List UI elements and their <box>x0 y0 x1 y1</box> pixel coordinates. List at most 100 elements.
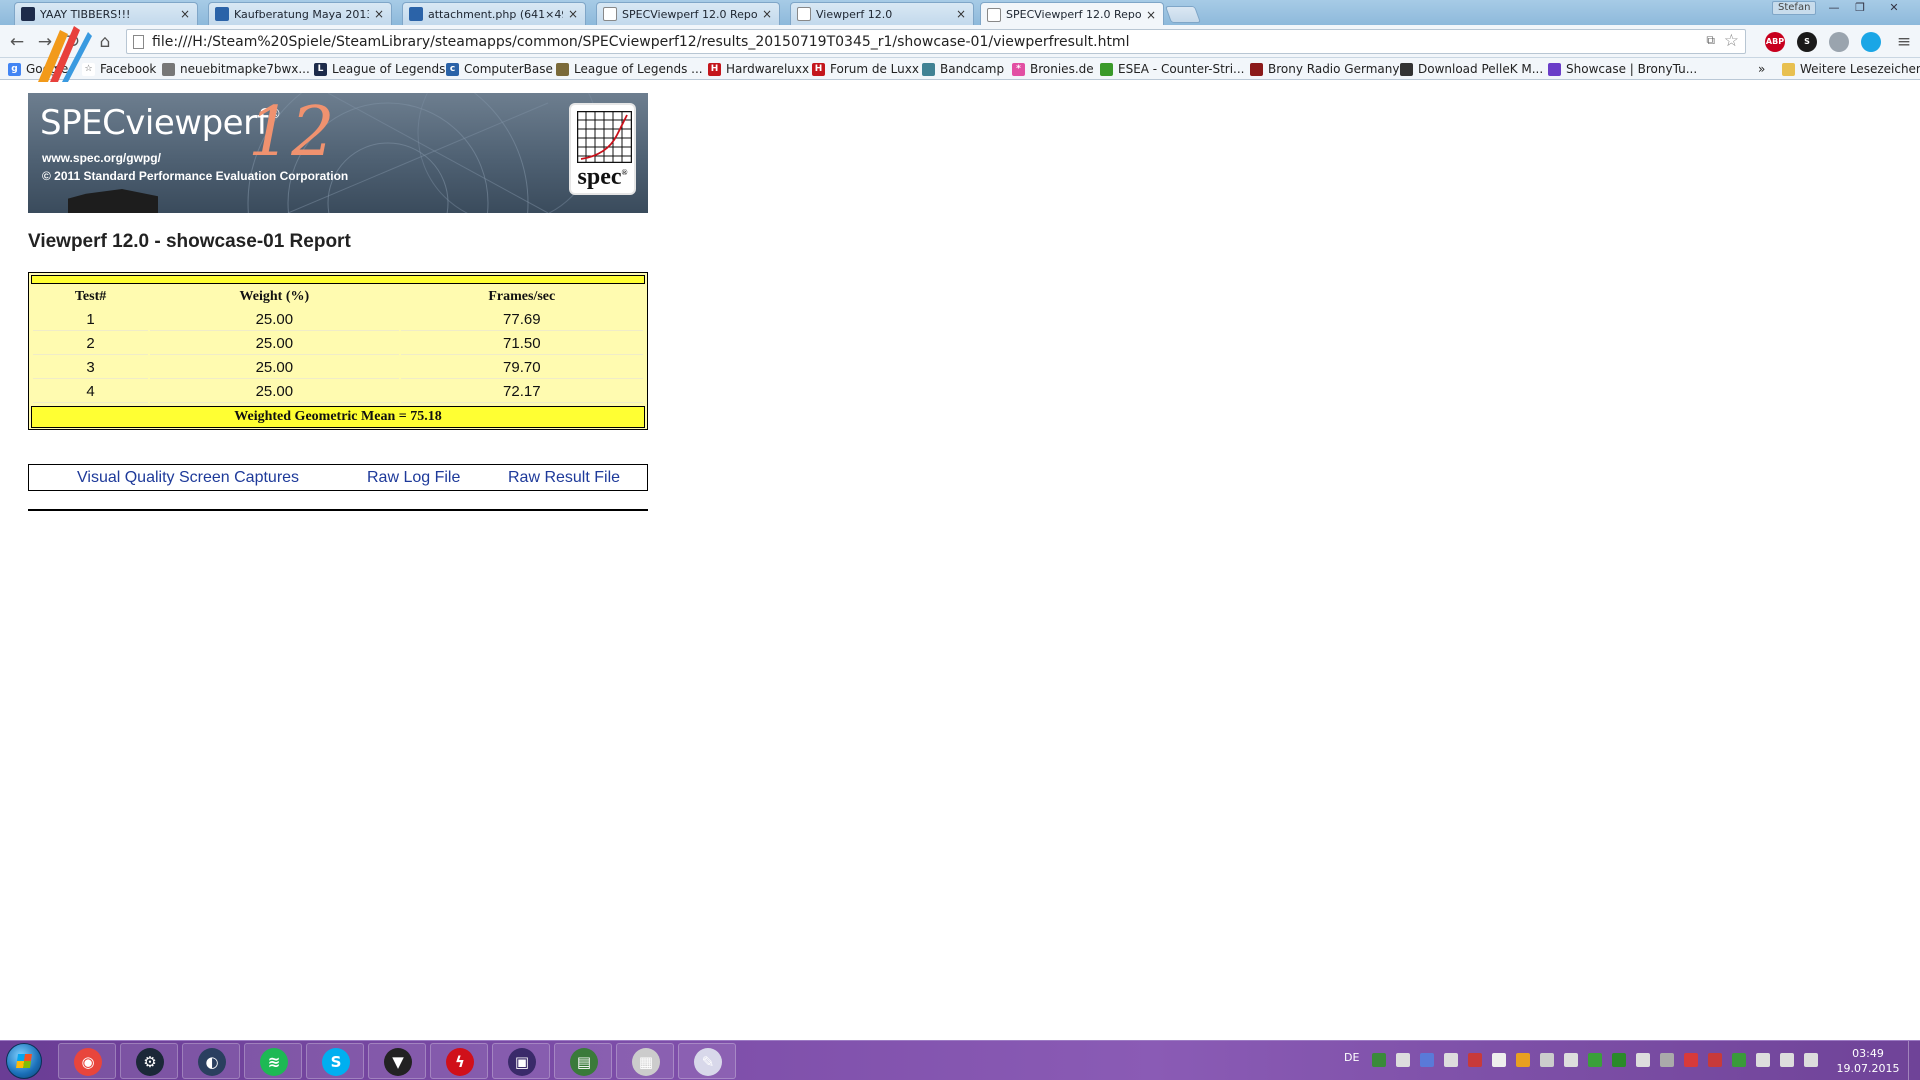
tray-icon[interactable] <box>1420 1053 1434 1067</box>
back-button[interactable]: ← <box>6 31 28 53</box>
tray-icon[interactable] <box>1492 1053 1506 1067</box>
reload-button[interactable]: ↻ <box>62 31 84 53</box>
bookmark-favicon-icon: c <box>446 62 459 76</box>
taskbar-app-paint[interactable]: ✎ <box>678 1043 736 1079</box>
restore-button[interactable]: ❐ <box>1848 1 1872 16</box>
bookmark-item[interactable]: H Hardwareluxx <box>708 61 809 77</box>
bookmark-item[interactable]: Download PelleK M... <box>1400 61 1543 77</box>
tab-close-icon[interactable]: × <box>179 7 191 21</box>
taskbar-app-skype[interactable]: S <box>306 1043 364 1079</box>
taskbar-app-mod-tool[interactable]: ▼ <box>368 1043 426 1079</box>
close-window-button[interactable]: ✕ <box>1882 1 1906 16</box>
taskbar-app-flash-app[interactable]: ϟ <box>430 1043 488 1079</box>
extension-icon[interactable]: S <box>1797 32 1817 52</box>
taskbar-app-cpu-monitor[interactable]: ▣ <box>492 1043 550 1079</box>
bookmark-label: Download PelleK M... <box>1418 62 1544 76</box>
tray-icon[interactable] <box>1636 1053 1650 1067</box>
raw-result-file-link[interactable]: Raw Result File <box>508 469 620 487</box>
tray-icon[interactable] <box>1444 1053 1458 1067</box>
table-row: 4 25.00 72.17 <box>33 381 643 403</box>
bookmark-item[interactable]: ESEA - Counter-Stri... <box>1100 61 1245 77</box>
tray-icon[interactable] <box>1756 1053 1770 1067</box>
bookmark-item[interactable]: Bandcamp <box>922 61 1004 77</box>
fps-cell: 77.69 <box>400 309 643 331</box>
other-bookmarks-folder[interactable]: Weitere Lesezeichen <box>1782 61 1920 77</box>
browser-tab[interactable]: attachment.php (641×493 × <box>402 2 586 25</box>
browser-tab[interactable]: SPECViewperf 12.0 Report × <box>596 2 780 25</box>
bookmark-item[interactable]: g Google <box>8 61 68 77</box>
browser-tab[interactable]: Kaufberatung Maya 2013 × <box>208 2 392 25</box>
bookmark-item[interactable]: H Forum de Luxx <box>812 61 919 77</box>
taskbar-app-hw-monitor[interactable]: ▤ <box>554 1043 612 1079</box>
taskbar-app-steam[interactable]: ⚙ <box>120 1043 178 1079</box>
screen-captures-link[interactable]: Visual Quality Screen Captures <box>77 469 299 487</box>
tray-icon[interactable] <box>1684 1053 1698 1067</box>
tray-icon[interactable] <box>1564 1053 1578 1067</box>
bookmark-item[interactable]: * Bronies.de <box>1012 61 1094 77</box>
tray-icon[interactable] <box>1396 1053 1410 1067</box>
spec-grid-icon <box>577 111 632 163</box>
bookmark-item[interactable]: L League of Legends <box>314 61 445 77</box>
tab-close-icon[interactable]: × <box>567 7 579 21</box>
tab-close-icon[interactable]: × <box>761 7 773 21</box>
taskbar-app-chrome[interactable]: ◉ <box>58 1043 116 1079</box>
tray-icon[interactable] <box>1612 1053 1626 1067</box>
home-button[interactable]: ⌂ <box>94 31 116 53</box>
bookmark-item[interactable]: c ComputerBase <box>446 61 553 77</box>
browser-tab[interactable]: Viewperf 12.0 × <box>790 2 974 25</box>
flash-app-icon: ϟ <box>446 1048 474 1076</box>
tray-icon[interactable] <box>1660 1053 1674 1067</box>
bookmark-item[interactable]: Showcase | BronyTu... <box>1548 61 1697 77</box>
table-row: 1 25.00 77.69 <box>33 309 643 331</box>
translate-icon[interactable]: ⧉ <box>1706 33 1715 48</box>
tab-title: Kaufberatung Maya 2013 <box>234 7 369 21</box>
tray-icon[interactable] <box>1732 1053 1746 1067</box>
windows-taskbar: ◉ ⚙ ◐ ≋ S ▼ ϟ ▣ ▤ ▦ ✎ DE 03:49 19.07.2015 <box>0 1040 1920 1080</box>
tray-icon[interactable] <box>1516 1053 1530 1067</box>
tab-close-icon[interactable]: × <box>955 7 967 21</box>
bookmark-star-icon[interactable]: ☆ <box>1724 31 1739 51</box>
new-tab-button[interactable] <box>1164 6 1202 23</box>
tab-close-icon[interactable]: × <box>1145 8 1157 22</box>
tray-icon[interactable] <box>1468 1053 1482 1067</box>
extension-icon[interactable]: ABP <box>1765 32 1785 52</box>
bookmark-item[interactable]: League of Legends ... <box>556 61 703 77</box>
clock[interactable]: 03:49 19.07.2015 <box>1836 1046 1900 1076</box>
start-button[interactable] <box>6 1043 42 1079</box>
taskbar-app-spotify[interactable]: ≋ <box>244 1043 302 1079</box>
minimize-button[interactable]: — <box>1822 1 1846 16</box>
tray-icon[interactable] <box>1708 1053 1722 1067</box>
raw-log-file-link[interactable]: Raw Log File <box>367 469 460 487</box>
tab-close-icon[interactable]: × <box>373 7 385 21</box>
more-bookmarks-button[interactable]: » <box>1758 61 1765 77</box>
taskbar-app-teamspeak[interactable]: ◐ <box>182 1043 240 1079</box>
bookmark-item[interactable]: ☆ Facebook <box>82 61 156 77</box>
profile-button[interactable]: Stefan <box>1772 1 1817 15</box>
forward-button[interactable]: → <box>34 31 56 53</box>
spec-viewperf-icon: ▦ <box>632 1048 660 1076</box>
hw-monitor-icon: ▤ <box>570 1048 598 1076</box>
browser-tab[interactable]: YAAY TIBBERS!!! × <box>14 2 198 25</box>
tray-icon[interactable] <box>1780 1053 1794 1067</box>
bookmark-item[interactable]: neuebitmapke7bwx... <box>162 61 310 77</box>
tray-icon[interactable] <box>1588 1053 1602 1067</box>
taskbar-app-spec-viewperf[interactable]: ▦ <box>616 1043 674 1079</box>
tray-icon[interactable] <box>1372 1053 1386 1067</box>
tray-icon[interactable] <box>1804 1053 1818 1067</box>
chrome-menu-button[interactable]: ≡ <box>1893 31 1915 53</box>
show-desktop-button[interactable] <box>1908 1041 1920 1080</box>
extension-icon[interactable] <box>1861 32 1881 52</box>
bookmark-favicon-icon <box>1250 62 1263 76</box>
extension-icon[interactable] <box>1829 32 1849 52</box>
test-number-cell: 2 <box>33 333 149 355</box>
language-indicator[interactable]: DE <box>1344 1051 1359 1064</box>
steam-icon: ⚙ <box>136 1048 164 1076</box>
league-tab-icon <box>21 7 35 21</box>
tray-icon[interactable] <box>1540 1053 1554 1067</box>
browser-tab[interactable]: SPECViewperf 12.0 Report × <box>980 2 1164 26</box>
bookmark-favicon-icon: ☆ <box>82 62 95 76</box>
address-bar[interactable]: file:///H:/Steam%20Spiele/SteamLibrary/s… <box>126 29 1746 54</box>
column-header-weight: Weight (%) <box>239 289 310 304</box>
weight-cell: 25.00 <box>150 333 399 355</box>
bookmark-item[interactable]: Brony Radio Germany <box>1250 61 1399 77</box>
